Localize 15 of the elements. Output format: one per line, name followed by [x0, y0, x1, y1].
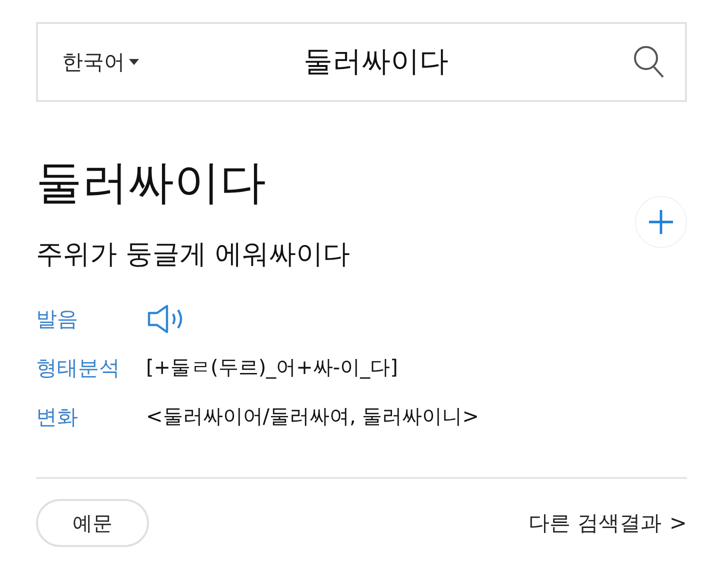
- search-field[interactable]: 한국어 둘러싸이다: [36, 22, 687, 102]
- headword: 둘러싸이다: [36, 154, 266, 211]
- field-value: <둘러싸이어/둘러싸여, 둘러싸이니>: [146, 403, 479, 430]
- caret-icon: [129, 59, 139, 65]
- field-label: 변화: [36, 404, 79, 430]
- definition: 주위가 둥글게 에워싸이다: [36, 238, 352, 272]
- field-label: 형태분석: [36, 354, 121, 382]
- language-dropdown[interactable]: 한국어: [62, 48, 139, 76]
- search-icon[interactable]: [633, 45, 665, 79]
- other-results-link[interactable]: 다른 검색결과 >: [528, 509, 687, 537]
- field-value: [+둘ㄹ(두르)_어+싸-이_다]: [146, 354, 398, 381]
- field-label: 발음: [36, 306, 79, 332]
- add-button[interactable]: [635, 196, 687, 248]
- examples-button[interactable]: 예문: [36, 499, 149, 547]
- plus-icon[interactable]: [648, 209, 674, 235]
